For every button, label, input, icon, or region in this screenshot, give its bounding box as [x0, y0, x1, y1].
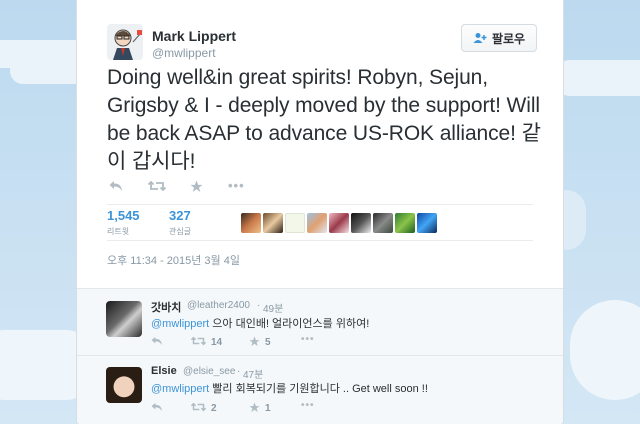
- favorite-icon[interactable]: [249, 402, 260, 416]
- tweet-header: Mark Lippert @mwlippert 팔로우: [107, 24, 537, 64]
- display-name[interactable]: Mark Lippert: [152, 28, 236, 44]
- more-icon[interactable]: •••: [301, 400, 315, 411]
- reply-author-name[interactable]: Elsie: [151, 365, 177, 377]
- favorite-count: 1: [265, 403, 271, 414]
- more-icon[interactable]: •••: [301, 334, 315, 345]
- tweet-timestamp[interactable]: 오후 11:34 - 2015년 3월 4일: [107, 252, 240, 268]
- tweet-stats: 1,545 리트윗 327 관심글: [107, 208, 537, 236]
- divider: [107, 240, 533, 241]
- avatar[interactable]: [106, 367, 142, 403]
- reply-body: 으아 대인배! 얼라이언스를 위하여!: [209, 318, 370, 330]
- reply-icon[interactable]: [151, 402, 163, 415]
- reply-time[interactable]: 47분: [243, 366, 263, 381]
- tweet-card: Mark Lippert @mwlippert 팔로우 Doing well&i…: [76, 0, 564, 424]
- cloud-decoration: [570, 300, 640, 400]
- avatar[interactable]: [395, 213, 415, 233]
- avatar[interactable]: [307, 213, 327, 233]
- retweet-count: 2: [211, 403, 217, 414]
- reply-time-separator: ·: [237, 366, 241, 377]
- avatar[interactable]: [285, 213, 305, 233]
- favorite-count: 5: [265, 337, 271, 348]
- avatar[interactable]: [241, 213, 261, 233]
- reply-author-name[interactable]: 갓바치: [151, 299, 181, 315]
- mention-link[interactable]: @mwlippert: [151, 383, 209, 395]
- favorite-icon[interactable]: [249, 336, 260, 350]
- avatar-illustration-icon: [107, 24, 143, 60]
- reply-author-handle[interactable]: @elsie_see: [183, 366, 235, 377]
- reply-list: 갓바치 @leather2400 · 49분 @mwlippert 으아 대인배…: [77, 288, 563, 424]
- avatar[interactable]: [329, 213, 349, 233]
- favorite-count[interactable]: 327: [169, 208, 191, 223]
- favorite-label: 관심글: [169, 227, 192, 236]
- reply-time[interactable]: 49분: [263, 300, 283, 315]
- retweet-icon[interactable]: [147, 180, 167, 195]
- reply-body: 빨리 회복되기를 기원합니다 .. Get well soon !!: [209, 383, 428, 395]
- follow-button-label: 팔로우: [491, 31, 526, 46]
- avatar[interactable]: [417, 213, 437, 233]
- avatar[interactable]: [107, 24, 143, 60]
- reply-text: @mwlippert 으아 대인배! 얼라이언스를 위하여!: [151, 315, 369, 331]
- reply-time-separator: ·: [257, 300, 261, 311]
- reply-author-handle[interactable]: @leather2400: [187, 300, 250, 311]
- retweet-icon[interactable]: [190, 402, 207, 415]
- list-item: 갓바치 @leather2400 · 49분 @mwlippert 으아 대인배…: [77, 289, 563, 356]
- avatar[interactable]: [351, 213, 371, 233]
- tweet-text: Doing well&in great spirits! Robyn, Seju…: [107, 66, 541, 173]
- reply-icon[interactable]: [109, 180, 123, 195]
- follow-button[interactable]: 팔로우: [461, 24, 537, 52]
- mention-link[interactable]: @mwlippert: [151, 318, 209, 330]
- list-item: Elsie @elsie_see · 47분 @mwlippert 빨리 회복되…: [77, 356, 563, 420]
- retweet-label: 리트윗: [107, 227, 130, 236]
- user-handle[interactable]: @mwlippert: [152, 46, 216, 60]
- divider: [107, 204, 533, 205]
- avatar[interactable]: [263, 213, 283, 233]
- retweet-icon[interactable]: [190, 336, 207, 349]
- reply-text: @mwlippert 빨리 회복되기를 기원합니다 .. Get well so…: [151, 380, 428, 396]
- more-icon[interactable]: •••: [228, 178, 245, 193]
- cloud-decoration: [552, 60, 640, 96]
- retweet-count: 14: [211, 337, 223, 348]
- reply-icon[interactable]: [151, 336, 163, 349]
- avatar[interactable]: [106, 301, 142, 337]
- follow-person-icon: [473, 33, 487, 43]
- retweet-count[interactable]: 1,545: [107, 208, 140, 223]
- favorite-icon[interactable]: [190, 180, 203, 196]
- tweet-actions: •••: [107, 178, 307, 198]
- avatar[interactable]: [373, 213, 393, 233]
